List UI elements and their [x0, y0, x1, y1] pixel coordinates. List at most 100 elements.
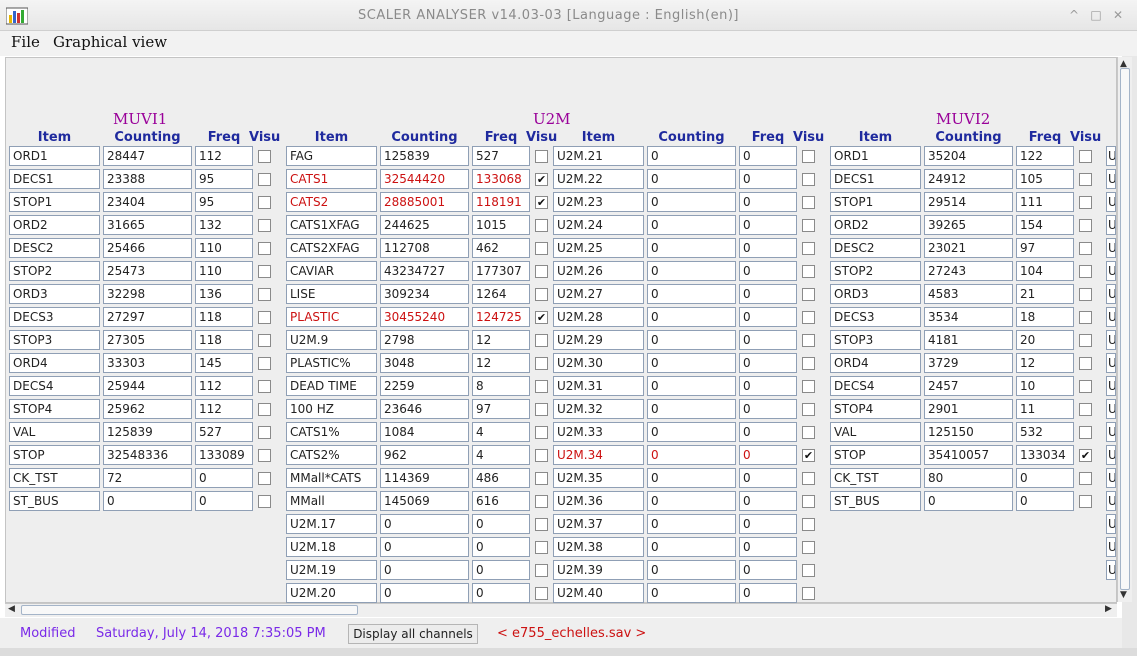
channel-freq-field[interactable]: 110	[195, 238, 253, 258]
channel-freq-field[interactable]: 0	[195, 468, 253, 488]
visu-checkbox[interactable]	[258, 311, 271, 324]
channel-item-field-partial[interactable]: U	[1106, 537, 1116, 557]
channel-item-field[interactable]: DECS1	[830, 169, 921, 189]
channel-freq-field[interactable]: 124725	[472, 307, 530, 327]
channel-item-field-partial[interactable]: U	[1106, 215, 1116, 235]
channel-freq-field[interactable]: 1264	[472, 284, 530, 304]
visu-checkbox[interactable]	[258, 495, 271, 508]
channel-counting-field[interactable]: 0	[647, 192, 736, 212]
channel-counting-field[interactable]: 27297	[103, 307, 192, 327]
visu-checkbox[interactable]	[802, 564, 815, 577]
menu-file[interactable]: File	[11, 33, 40, 51]
channel-counting-field[interactable]: 0	[647, 353, 736, 373]
channel-counting-field[interactable]: 0	[647, 560, 736, 580]
channel-freq-field[interactable]: 118191	[472, 192, 530, 212]
channel-item-field[interactable]: MMall	[286, 491, 377, 511]
visu-checkbox[interactable]	[535, 541, 548, 554]
channel-counting-field[interactable]: 0	[647, 146, 736, 166]
channel-item-field[interactable]: DEAD TIME	[286, 376, 377, 396]
menu-graphical-view[interactable]: Graphical view	[53, 33, 167, 51]
channel-freq-field[interactable]: 104	[1016, 261, 1074, 281]
visu-checkbox[interactable]: ✔	[535, 311, 548, 324]
channel-item-field[interactable]: PLASTIC	[286, 307, 377, 327]
channel-freq-field[interactable]: 616	[472, 491, 530, 511]
channel-item-field[interactable]: CATS1%	[286, 422, 377, 442]
channel-item-field[interactable]: U2M.18	[286, 537, 377, 557]
channel-counting-field[interactable]: 25466	[103, 238, 192, 258]
channel-item-field[interactable]: CATS2%	[286, 445, 377, 465]
channel-freq-field[interactable]: 532	[1016, 422, 1074, 442]
channel-counting-field[interactable]: 2798	[380, 330, 469, 350]
visu-checkbox[interactable]	[802, 357, 815, 370]
visu-checkbox[interactable]	[802, 196, 815, 209]
channel-freq-field[interactable]: 122	[1016, 146, 1074, 166]
channel-item-field-partial[interactable]: U	[1106, 192, 1116, 212]
channel-counting-field[interactable]: 244625	[380, 215, 469, 235]
channel-item-field[interactable]: VAL	[9, 422, 100, 442]
channel-freq-field[interactable]: 10	[1016, 376, 1074, 396]
minimize-button[interactable]: ^	[1066, 7, 1082, 23]
channel-freq-field[interactable]: 0	[739, 514, 797, 534]
channel-freq-field[interactable]: 95	[195, 192, 253, 212]
visu-checkbox[interactable]	[1079, 311, 1092, 324]
channel-item-field[interactable]: U2M.23	[553, 192, 644, 212]
channel-item-field[interactable]: CK_TST	[830, 468, 921, 488]
channel-freq-field[interactable]: 0	[739, 169, 797, 189]
visu-checkbox[interactable]: ✔	[535, 196, 548, 209]
channel-item-field[interactable]: CK_TST	[9, 468, 100, 488]
channel-item-field[interactable]: STOP4	[830, 399, 921, 419]
channel-freq-field[interactable]: 0	[739, 192, 797, 212]
visu-checkbox[interactable]	[535, 357, 548, 370]
channel-item-field[interactable]: U2M.33	[553, 422, 644, 442]
visu-checkbox[interactable]	[1079, 357, 1092, 370]
channel-item-field[interactable]: CATS1XFAG	[286, 215, 377, 235]
visu-checkbox[interactable]	[258, 173, 271, 186]
visu-checkbox[interactable]	[802, 311, 815, 324]
visu-checkbox[interactable]	[258, 334, 271, 347]
channel-counting-field[interactable]: 2259	[380, 376, 469, 396]
channel-counting-field[interactable]: 33303	[103, 353, 192, 373]
channel-freq-field[interactable]: 105	[1016, 169, 1074, 189]
channel-counting-field[interactable]: 0	[380, 560, 469, 580]
visu-checkbox[interactable]	[258, 288, 271, 301]
channel-freq-field[interactable]: 21	[1016, 284, 1074, 304]
channel-counting-field[interactable]: 29514	[924, 192, 1013, 212]
channel-freq-field[interactable]: 18	[1016, 307, 1074, 327]
maximize-button[interactable]: □	[1088, 7, 1104, 23]
close-button[interactable]: ✕	[1110, 7, 1126, 23]
visu-checkbox[interactable]	[258, 357, 271, 370]
channel-item-field[interactable]: U2M.36	[553, 491, 644, 511]
visu-checkbox[interactable]	[802, 541, 815, 554]
channel-counting-field[interactable]: 0	[647, 445, 736, 465]
channel-item-field[interactable]: ORD3	[9, 284, 100, 304]
channel-item-field-partial[interactable]: U	[1106, 353, 1116, 373]
visu-checkbox[interactable]	[1079, 265, 1092, 278]
visu-checkbox[interactable]	[258, 426, 271, 439]
channel-freq-field[interactable]: 0	[1016, 468, 1074, 488]
channel-freq-field[interactable]: 112	[195, 376, 253, 396]
channel-item-field[interactable]: ORD1	[9, 146, 100, 166]
channel-item-field-partial[interactable]: U	[1106, 468, 1116, 488]
channel-item-field[interactable]: STOP3	[9, 330, 100, 350]
channel-counting-field[interactable]: 0	[647, 514, 736, 534]
channel-freq-field[interactable]: 0	[739, 307, 797, 327]
channel-counting-field[interactable]: 72	[103, 468, 192, 488]
visu-checkbox[interactable]	[535, 495, 548, 508]
channel-item-field[interactable]: ORD3	[830, 284, 921, 304]
channel-item-field[interactable]: ORD2	[830, 215, 921, 235]
channel-freq-field[interactable]: 0	[739, 537, 797, 557]
channel-item-field[interactable]: MMall*CATS	[286, 468, 377, 488]
visu-checkbox[interactable]	[535, 564, 548, 577]
channel-item-field[interactable]: 100 HZ	[286, 399, 377, 419]
channel-freq-field[interactable]: 0	[739, 146, 797, 166]
channel-freq-field[interactable]: 527	[472, 146, 530, 166]
channel-item-field[interactable]: U2M.26	[553, 261, 644, 281]
channel-counting-field[interactable]: 23404	[103, 192, 192, 212]
channel-item-field[interactable]: DECS4	[9, 376, 100, 396]
channel-counting-field[interactable]: 2457	[924, 376, 1013, 396]
visu-checkbox[interactable]	[802, 173, 815, 186]
channel-item-field[interactable]: U2M.25	[553, 238, 644, 258]
visu-checkbox[interactable]	[535, 403, 548, 416]
channel-item-field-partial[interactable]: U	[1106, 307, 1116, 327]
channel-item-field[interactable]: DECS3	[830, 307, 921, 327]
